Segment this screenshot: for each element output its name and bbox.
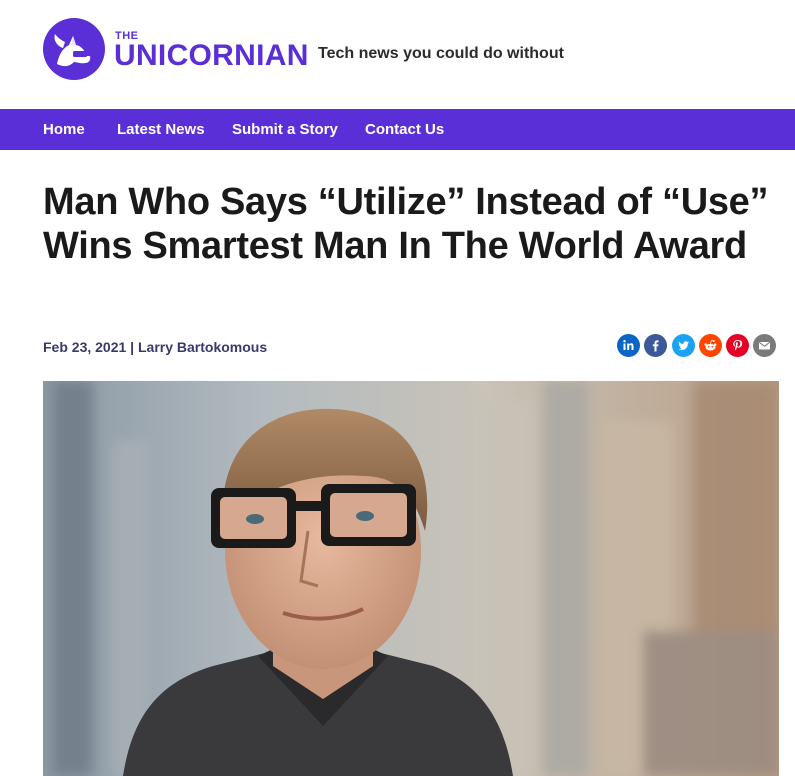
site-tagline: Tech news you could do without [318, 45, 564, 62]
linkedin-icon [617, 334, 640, 357]
share-twitter-button[interactable] [672, 334, 695, 357]
twitter-icon [672, 334, 695, 357]
logo-wordmark: UNICORNIAN [114, 39, 309, 72]
email-icon [753, 334, 776, 357]
article-author[interactable]: Larry Bartokomous [138, 339, 267, 355]
share-email-button[interactable] [753, 334, 776, 357]
nav-contact-us[interactable]: Contact Us [365, 121, 444, 138]
article-byline: Feb 23, 2021 | Larry Bartokomous [43, 339, 267, 355]
main-nav: Home Latest News Submit a Story Contact … [0, 109, 795, 150]
unicorn-icon [43, 18, 105, 80]
share-reddit-button[interactable] [699, 334, 722, 357]
nav-submit-story[interactable]: Submit a Story [232, 121, 338, 138]
reddit-icon [699, 334, 722, 357]
article-date: Feb 23, 2021 [43, 339, 127, 355]
pinterest-icon [726, 334, 749, 357]
site-logo[interactable]: THE UNICORNIAN [43, 18, 308, 82]
portrait-photo [43, 381, 779, 776]
article-headline: Man Who Says “Utilize” Instead of “Use” … [43, 181, 769, 267]
share-linkedin-button[interactable] [617, 334, 640, 357]
article-hero-image [43, 381, 779, 776]
share-facebook-button[interactable] [644, 334, 667, 357]
share-pinterest-button[interactable] [726, 334, 749, 357]
site-header: THE UNICORNIAN Tech news you could do wi… [0, 0, 795, 109]
nav-home[interactable]: Home [43, 121, 85, 138]
nav-latest-news[interactable]: Latest News [117, 121, 205, 138]
facebook-icon [644, 334, 667, 357]
byline-separator: | [130, 339, 135, 355]
